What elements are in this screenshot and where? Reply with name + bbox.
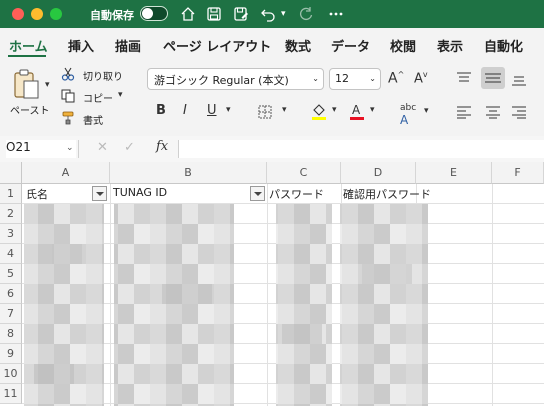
redo-icon[interactable] [296,4,316,24]
tab-formulas[interactable]: 数式 [285,36,311,55]
row-header-9[interactable]: 9 [0,344,22,364]
column-header-f[interactable]: F [492,162,544,184]
align-left-icon[interactable] [456,104,472,119]
autosave-label: 自動保存 [90,9,134,22]
copy-dropdown-icon[interactable]: ▾ [118,90,123,100]
cell-c1[interactable]: パスワード [269,186,324,202]
row-header-11[interactable]: 11 [0,384,22,404]
paste-dropdown-icon[interactable]: ▾ [45,80,50,90]
column-header-e[interactable]: E [416,162,492,184]
decrease-font-size-icon[interactable]: Av [414,70,428,86]
more-icon[interactable] [326,4,346,24]
undo-icon[interactable] [258,4,278,24]
tab-draw[interactable]: 描画 [115,36,141,55]
enter-icon[interactable]: ✓ [124,140,135,155]
grid-line [492,184,493,406]
align-top-icon[interactable] [456,70,472,84]
increase-font-size-icon[interactable]: A^ [388,70,404,87]
minimize-window-button[interactable] [31,8,43,20]
home-icon[interactable] [178,4,198,24]
cell-a1[interactable]: 氏名 [26,186,48,202]
font-size-select[interactable]: 12 ⌄ [329,68,381,90]
tab-home[interactable]: ホーム [9,36,48,55]
tab-review[interactable]: 校閲 [390,36,416,55]
filter-dropdown-b[interactable] [250,186,265,201]
tab-view[interactable]: 表示 [437,36,463,55]
cell-b1[interactable]: TUNAG ID [113,186,167,199]
row-header-1[interactable]: 1 [0,184,22,204]
row-header-3[interactable]: 3 [0,224,22,244]
align-right-icon[interactable] [511,104,527,119]
toggle-knob [142,8,153,19]
function-icon[interactable]: fx [156,139,168,154]
tab-automate[interactable]: 自動化 [484,36,523,55]
row-header-7[interactable]: 7 [0,304,22,324]
row-header-5[interactable]: 5 [0,264,22,284]
column-header-a[interactable]: A [22,162,110,184]
close-window-button[interactable] [12,8,24,20]
font-color-icon[interactable]: A [349,102,365,120]
paste-icon[interactable] [12,68,42,100]
font-size-value: 12 [335,72,349,85]
name-box-dropdown-icon[interactable]: ⌄ [66,143,74,153]
select-all-corner[interactable] [0,162,22,184]
undo-dropdown-icon[interactable]: ▾ [281,9,286,19]
cancel-icon[interactable]: ✕ [97,140,108,155]
chevron-down-icon: ⌄ [312,74,319,83]
formula-separator [78,140,79,158]
cell-d1[interactable]: 確認用パスワード [343,186,431,202]
autosave-toggle[interactable] [140,6,168,21]
font-color-dropdown-icon[interactable]: ▾ [370,105,375,115]
maximize-window-button[interactable] [50,8,62,20]
cut-icon[interactable] [61,66,75,81]
save-as-icon[interactable] [231,4,251,24]
tab-data[interactable]: データ [331,36,370,55]
borders-icon[interactable] [258,104,272,119]
align-middle-icon[interactable] [481,67,505,89]
chevron-down-icon: ⌄ [369,74,376,83]
tab-insert[interactable]: 挿入 [68,36,94,55]
font-name-select[interactable]: 游ゴシック Regular (本文) ⌄ [147,68,324,90]
underline-icon[interactable]: U [207,103,217,118]
column-header-c[interactable]: C [267,162,341,184]
row-header-10[interactable]: 10 [0,364,22,384]
redacted-data-mosaic [24,204,428,406]
borders-dropdown-icon[interactable]: ▾ [282,105,287,115]
tab-page-layout[interactable]: ページ レイアウト [163,36,271,55]
cut-label[interactable]: 切り取り [83,68,123,83]
column-header-d[interactable]: D [341,162,416,184]
align-bottom-icon[interactable] [511,72,527,86]
phonetic-guide-icon[interactable]: abc A [400,103,416,127]
copy-icon[interactable] [61,88,75,103]
row-header-6[interactable]: 6 [0,284,22,304]
save-icon[interactable] [204,4,224,24]
fill-color-dropdown-icon[interactable]: ▾ [332,105,337,115]
filter-dropdown-a[interactable] [92,186,107,201]
row-header-4[interactable]: 4 [0,244,22,264]
copy-label[interactable]: コピー [83,90,113,105]
svg-text:A: A [352,103,361,117]
align-center-icon[interactable] [485,104,501,119]
paste-label[interactable]: ペースト [10,102,50,117]
font-name-value: 游ゴシック Regular (本文) [154,74,289,87]
row-header-8[interactable]: 8 [0,324,22,344]
bold-icon[interactable]: B [156,103,166,118]
active-tab-indicator [8,55,46,57]
phonetic-dropdown-icon[interactable]: ▾ [424,106,429,116]
fill-color-icon[interactable] [311,102,327,120]
underline-dropdown-icon[interactable]: ▾ [226,105,231,115]
format-painter-label[interactable]: 書式 [83,112,103,127]
italic-icon[interactable]: I [183,103,187,118]
row-header-2[interactable]: 2 [0,204,22,224]
format-painter-icon[interactable] [61,110,75,125]
column-header-b[interactable]: B [110,162,267,184]
formula-input[interactable] [178,140,544,158]
